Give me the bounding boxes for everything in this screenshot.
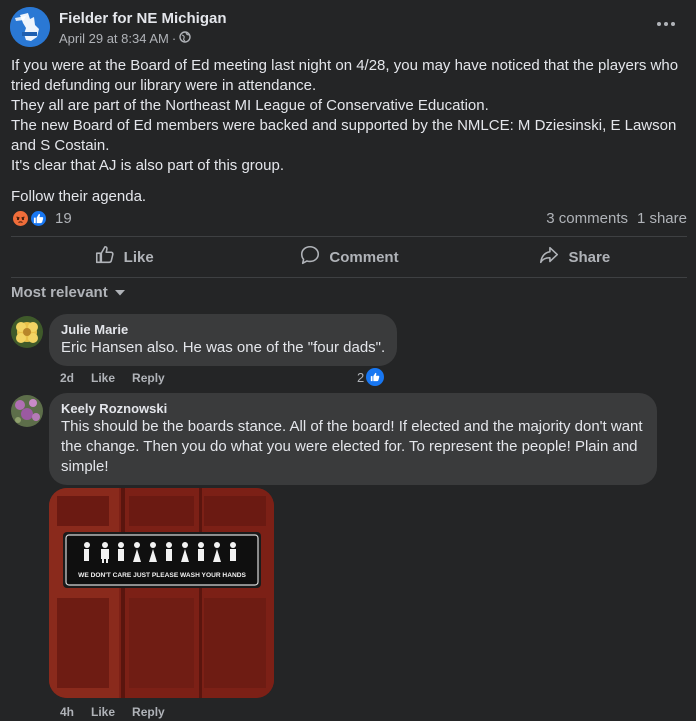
reactions-row: 19 3 comments 1 share <box>11 208 687 230</box>
share-button[interactable]: Share <box>462 238 687 276</box>
post-body: If you were at the Board of Ed meeting l… <box>11 56 687 207</box>
share-arrow-icon <box>538 244 560 270</box>
page-avatar[interactable] <box>10 7 50 47</box>
divider <box>11 277 687 278</box>
sign-text: WE DON'T CARE JUST PLEASE WASH YOUR HAND… <box>78 572 246 579</box>
comment-photo[interactable]: WE DON'T CARE JUST PLEASE WASH YOUR HAND… <box>49 488 274 698</box>
page-name[interactable]: Fielder for NE Michigan <box>59 10 227 27</box>
post-meta: April 29 at 8:34 AM · <box>59 31 191 46</box>
reaction-count[interactable]: 19 <box>55 210 72 227</box>
thumbs-up-icon <box>94 244 116 270</box>
avatar[interactable] <box>11 316 43 348</box>
comment-like-button[interactable]: Like <box>91 371 115 385</box>
comment-reaction-count: 2 <box>357 369 365 385</box>
post-date[interactable]: April 29 at 8:34 AM <box>59 31 169 46</box>
sort-dropdown[interactable]: Most relevant <box>11 284 126 301</box>
comment-time[interactable]: 4h <box>60 705 74 719</box>
comment-text: This should be the boards stance. All of… <box>61 418 643 475</box>
divider <box>11 236 687 237</box>
action-bar: Like Comment Share <box>11 238 687 276</box>
comment-label: Comment <box>329 248 399 266</box>
comment-bubble: Keely Roznowski This should be the board… <box>49 393 657 485</box>
post-header: Fielder for NE Michigan April 29 at 8:34… <box>10 6 686 52</box>
chevron-down-icon <box>114 284 126 301</box>
shares-count[interactable]: 1 share <box>637 210 687 227</box>
comment-author[interactable]: Julie Marie <box>61 321 385 338</box>
post-paragraph: They all are part of the Northeast MI Le… <box>11 97 489 114</box>
like-label: Like <box>123 248 154 266</box>
more-icon[interactable] <box>654 14 678 34</box>
comment-bubble: Julie Marie Eric Hansen also. He was one… <box>49 314 398 366</box>
like-button[interactable]: Like <box>11 238 236 276</box>
comment-reply-button[interactable]: Reply <box>132 371 165 385</box>
comment-time[interactable]: 2d <box>60 371 74 385</box>
comment-bubble-icon <box>299 244 321 270</box>
post-paragraph: If you were at the Board of Ed meeting l… <box>11 57 679 94</box>
comment-reactions[interactable]: 2 <box>357 368 385 386</box>
comments-count[interactable]: 3 comments <box>546 210 628 227</box>
comment-like-button[interactable]: Like <box>91 705 115 719</box>
post-paragraph: The new Board of Ed members were backed … <box>11 117 677 154</box>
angry-reaction-icon <box>11 209 30 228</box>
comment-button[interactable]: Comment <box>236 238 461 276</box>
comment-actions: 4h Like Reply <box>60 705 165 719</box>
meta-separator: · <box>171 31 177 46</box>
reaction-icons[interactable] <box>11 208 51 228</box>
avatar[interactable] <box>11 395 43 427</box>
comment-author[interactable]: Keely Roznowski <box>61 400 645 417</box>
post-closing: Follow their agenda. <box>11 188 147 205</box>
comment-reply-button[interactable]: Reply <box>132 705 165 719</box>
post-paragraph: It's clear that AJ is also part of this … <box>11 157 284 174</box>
sort-label: Most relevant <box>11 284 108 301</box>
comment-actions: 2d Like Reply <box>60 371 165 385</box>
comment-text: Eric Hansen also. He was one of the "fou… <box>61 339 386 356</box>
share-label: Share <box>568 248 611 266</box>
globe-icon <box>179 31 191 46</box>
like-reaction-icon <box>366 368 385 386</box>
like-reaction-icon <box>29 209 48 228</box>
